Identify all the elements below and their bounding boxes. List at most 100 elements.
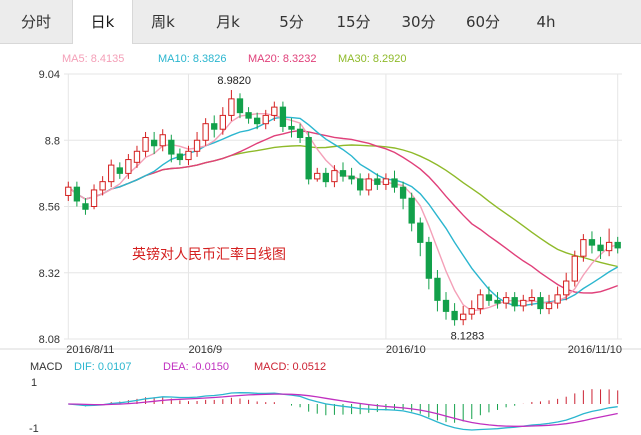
candle-body (417, 222, 424, 243)
tab-1[interactable]: 日k (72, 0, 133, 44)
candle-35 (365, 173, 372, 196)
candle-25 (279, 101, 287, 132)
candle-body (348, 175, 355, 180)
chart-title: 英镑对人民币汇率日线图 (132, 246, 286, 263)
candle-body (391, 178, 398, 188)
ma-legend: MA5: 8.4135 MA10: 8.3826 MA20: 8.3232 MA… (62, 53, 407, 65)
y-tick-1: 8.8 (45, 135, 60, 147)
ma20-legend: MA20: 8.3232 (248, 53, 317, 65)
candle-body (571, 255, 578, 282)
macd-tick-1: 1 (31, 377, 37, 389)
candle-30 (322, 167, 329, 188)
candle-0 (65, 181, 72, 201)
candle-body (116, 167, 123, 174)
candle-body (520, 299, 527, 307)
macd-value-legend: MACD: 0.0512 (254, 361, 326, 373)
candle-body (314, 172, 321, 180)
macd-title: MACD (30, 361, 62, 373)
candle-body (485, 294, 493, 301)
candle-body (408, 197, 415, 224)
x-tick-2: 2016/10 (386, 344, 426, 356)
candle-5 (108, 159, 115, 188)
candle-52 (511, 292, 518, 312)
y-axis-ticks: 9.04 8.8 8.56 8.32 8.08 (39, 69, 60, 346)
candle-body (322, 172, 329, 183)
macd-tick-neg1: -1 (29, 423, 39, 435)
macd-legend: MACD DIF: 0.0107 DEA: -0.0150 MACD: 0.05… (30, 361, 326, 373)
annotation-0: 8.9820 (217, 75, 251, 87)
candle-body (228, 98, 235, 116)
candle-body (108, 164, 115, 183)
candle-15 (193, 131, 201, 157)
candle-31 (331, 165, 338, 188)
candle-59 (571, 250, 578, 287)
x-tick-3: 2016/11/10 (568, 344, 622, 356)
candle-47 (468, 300, 475, 320)
candle-body (288, 125, 295, 130)
candle-body (460, 313, 467, 321)
candle-42 (425, 236, 433, 290)
period-tab-bar: 分时 日k 周k 月k 5分 15分 30分 60分 4h (0, 0, 641, 44)
tab-6[interactable]: 30分 (387, 0, 450, 44)
tab-8[interactable]: 4h (516, 0, 576, 44)
candle-37 (382, 173, 390, 190)
candle-body (159, 134, 166, 147)
candle-32 (339, 162, 347, 182)
candle-body (236, 98, 244, 114)
candle-64 (614, 236, 621, 254)
candle-body (494, 299, 501, 304)
ma10-legend: MA10: 8.3826 (158, 53, 227, 65)
candle-body (502, 297, 510, 304)
y-tick-3: 8.32 (39, 268, 60, 280)
candle-body (185, 150, 192, 161)
candle-46 (460, 305, 467, 326)
candle-body (279, 106, 287, 127)
candle-body (588, 239, 596, 246)
candle-41 (417, 217, 424, 257)
candle-body (597, 244, 604, 252)
candle-body (168, 139, 175, 155)
candle-19 (228, 90, 235, 121)
candle-6 (116, 162, 123, 179)
tab-5[interactable]: 15分 (320, 0, 387, 44)
candle-40 (408, 192, 415, 232)
tab-0[interactable]: 分时 (0, 0, 72, 44)
tab-4[interactable]: 5分 (263, 0, 320, 44)
candle-63 (605, 228, 613, 257)
candle-body (511, 297, 518, 307)
candle-17 (211, 115, 218, 138)
candle-57 (554, 286, 561, 309)
candle-49 (485, 286, 493, 306)
tab-7[interactable]: 60分 (450, 0, 516, 44)
candle-56 (545, 294, 553, 315)
macd-axis: 1 -1 (29, 377, 39, 435)
candle-29 (314, 167, 321, 182)
candle-44 (442, 292, 450, 320)
candle-body (305, 136, 312, 180)
candle-body (150, 139, 158, 147)
candle-body (82, 203, 89, 210)
candle-body (451, 310, 458, 321)
candle-body (614, 241, 621, 249)
candle-21 (245, 107, 252, 124)
candle-body (468, 308, 475, 315)
candle-body (374, 178, 381, 185)
candle-body (537, 297, 544, 310)
candle-body (605, 241, 613, 252)
y-tick-2: 8.56 (39, 202, 60, 214)
x-tick-1: 2016/9 (188, 344, 222, 356)
candle-body (545, 302, 553, 310)
candle-body (442, 299, 450, 312)
candle-33 (348, 167, 355, 185)
candle-body (125, 159, 132, 174)
candle-9 (142, 131, 149, 157)
tab-2[interactable]: 周k (133, 0, 193, 44)
candle-55 (537, 292, 544, 315)
candle-body (90, 189, 98, 207)
candle-body (142, 136, 149, 152)
tab-3[interactable]: 月k (193, 0, 263, 44)
candle-body (211, 123, 218, 130)
candle-body (580, 239, 587, 257)
candle-body (382, 178, 390, 185)
candle-body (357, 178, 364, 191)
